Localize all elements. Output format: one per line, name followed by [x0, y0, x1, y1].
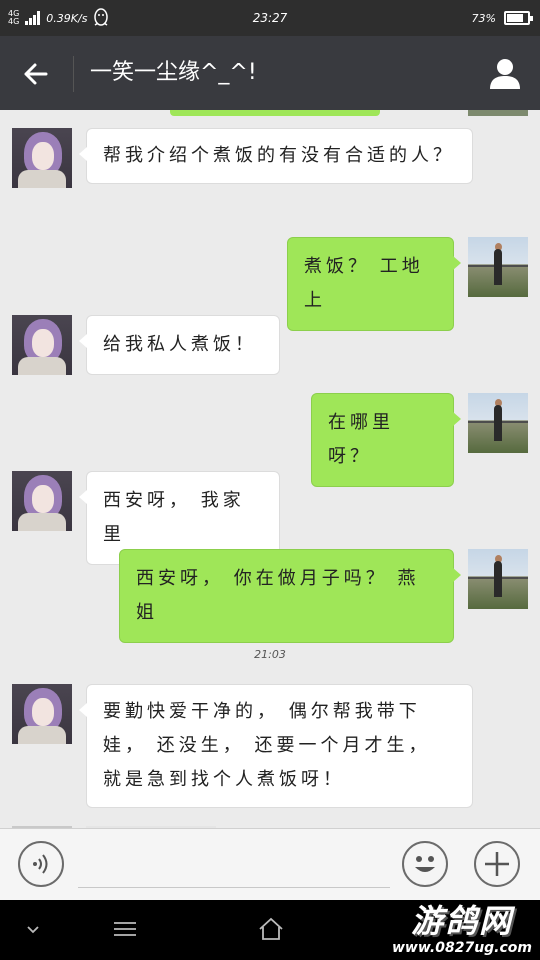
- site-watermark: 游鸽网 www.0827ug.com: [392, 902, 532, 956]
- my-avatar[interactable]: [468, 549, 528, 609]
- message-bubble-outgoing[interactable]: 煮饭？ 工地上: [287, 237, 461, 331]
- contact-avatar[interactable]: [12, 684, 72, 744]
- message-bubble-incoming[interactable]: 给我私人煮饭！: [79, 315, 280, 375]
- message-timestamp: 21:03: [254, 648, 286, 661]
- message-input-field[interactable]: [78, 887, 390, 888]
- contact-avatar[interactable]: [12, 471, 72, 531]
- header-divider: [73, 56, 74, 92]
- home-icon[interactable]: [256, 914, 286, 944]
- contact-avatar[interactable]: [12, 315, 72, 375]
- message-bubble-incoming[interactable]: 帮我介绍个煮饭的有没有合适的人？: [79, 128, 473, 184]
- status-time: 23:27: [252, 11, 288, 25]
- voice-input-button[interactable]: [18, 841, 64, 887]
- message-bubble-outgoing[interactable]: 在哪里呀？: [311, 393, 461, 487]
- my-avatar[interactable]: [468, 393, 528, 453]
- contact-avatar[interactable]: [12, 128, 72, 188]
- previous-message-bubble: [170, 110, 380, 116]
- status-right: 73%: [471, 0, 533, 36]
- emoji-button[interactable]: [402, 841, 448, 887]
- chat-header: 一笑一尘缘^_^!: [0, 36, 540, 110]
- message-bubble-incoming[interactable]: 要勤快爱干净的， 偶尔帮我带下娃， 还没生， 还要一个月才生， 就是急到找个人煮…: [79, 684, 473, 808]
- smiley-icon: [415, 856, 435, 872]
- status-bar: 4G 4G 0.39K/s 23:27 73%: [0, 0, 540, 36]
- back-arrow-icon[interactable]: [18, 56, 54, 92]
- watermark-name: 游鸽网: [410, 902, 513, 940]
- message-list[interactable]: 帮我介绍个煮饭的有没有合适的人？ 煮饭？ 工地上 给我私人煮饭！ 在哪里呀？ 西…: [0, 110, 540, 828]
- message-bubble-outgoing[interactable]: 西安呀， 你在做月子吗？ 燕姐: [119, 549, 461, 643]
- previous-message-avatar: [468, 110, 528, 116]
- plus-icon: [485, 852, 509, 876]
- chat-title: 一笑一尘缘^_^!: [90, 60, 257, 85]
- battery-icon: [504, 11, 533, 25]
- more-actions-button[interactable]: [474, 841, 520, 887]
- battery-percent: 73%: [471, 11, 496, 25]
- contact-profile-icon[interactable]: [488, 56, 522, 90]
- my-avatar[interactable]: [468, 237, 528, 297]
- watermark-url: www.0827ug.com: [392, 940, 532, 956]
- message-input-bar: [0, 828, 540, 900]
- voice-icon: [33, 854, 48, 874]
- menu-icon[interactable]: [110, 914, 140, 944]
- chevron-down-icon[interactable]: [18, 914, 48, 944]
- system-navigation-bar: 游鸽网 www.0827ug.com: [0, 900, 540, 960]
